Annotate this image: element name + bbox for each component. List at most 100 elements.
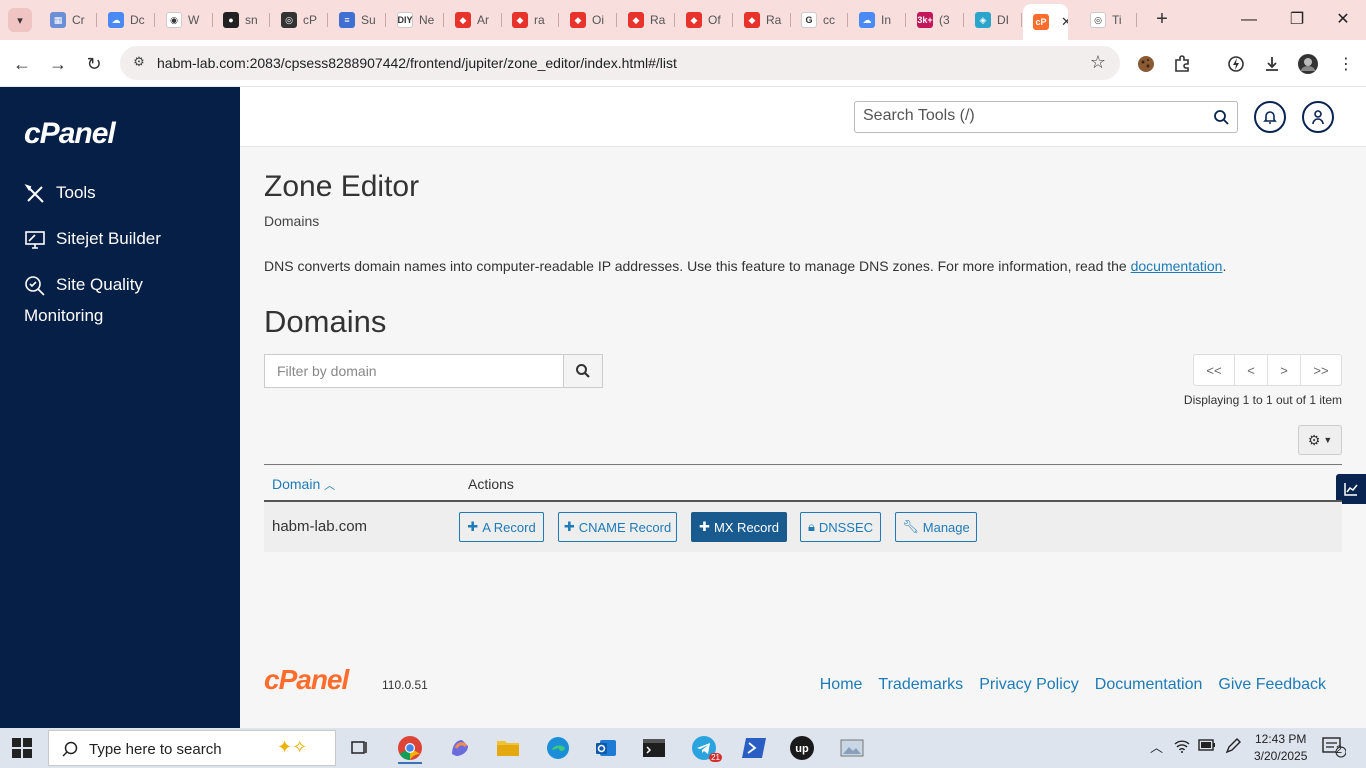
- notifications-button[interactable]: [1254, 101, 1286, 133]
- performance-icon[interactable]: [1224, 52, 1248, 76]
- cpanel-version: 110.0.51: [382, 678, 428, 692]
- sidebar-item-label-line2: Monitoring: [24, 306, 104, 325]
- domains-table: Domain ︿ Actions habm-lab.com ✚ A Record …: [264, 464, 1342, 552]
- browser-tab[interactable]: ◎ cP: [271, 6, 328, 34]
- manage-button[interactable]: 🔧︎ Manage: [895, 512, 977, 542]
- browser-tab[interactable]: ◉ W: [156, 6, 213, 34]
- network-icon[interactable]: [1174, 738, 1190, 757]
- tab-separator: [558, 13, 559, 27]
- tab-favicon-icon: ◈: [975, 12, 991, 28]
- filter-search-button[interactable]: [563, 354, 603, 388]
- show-hidden-icons-chevron[interactable]: ︿: [1150, 737, 1163, 756]
- button-label: CNAME Record: [578, 519, 672, 535]
- browser-tab[interactable]: Gcc: [791, 6, 848, 34]
- prev-page-button[interactable]: <: [1235, 354, 1268, 386]
- upwork-app-icon[interactable]: up: [782, 732, 822, 764]
- documentation-link[interactable]: documentation: [1131, 258, 1223, 274]
- windows-start-icon[interactable]: [12, 738, 32, 758]
- browser-tab[interactable]: ◆ Ar: [445, 6, 502, 34]
- sidebar-item-tools[interactable]: Tools: [24, 183, 96, 205]
- footer-link-documentation[interactable]: Documentation: [1095, 676, 1203, 694]
- column-header-domain[interactable]: Domain ︿: [272, 476, 335, 493]
- browser-tab[interactable]: ◆ Ra: [618, 6, 675, 34]
- browser-tab[interactable]: ● sn: [213, 6, 270, 34]
- next-page-button[interactable]: >: [1268, 354, 1301, 386]
- footer-link-home[interactable]: Home: [820, 676, 863, 694]
- extensions-icon[interactable]: [1170, 52, 1194, 76]
- dnssec-button[interactable]: 🔒︎ DNSSEC: [800, 512, 881, 542]
- forward-button[interactable]: →: [44, 50, 72, 78]
- tab-title: DI: [997, 13, 1009, 27]
- maximize-button[interactable]: ❐: [1274, 8, 1320, 32]
- browser-tab[interactable]: cP ✕: [1023, 4, 1068, 40]
- battery-icon[interactable]: [1198, 739, 1216, 754]
- breadcrumb: Domains: [264, 213, 320, 229]
- search-icon[interactable]: [1213, 109, 1229, 125]
- tab-favicon-icon: ☁: [859, 12, 875, 28]
- file-explorer-icon[interactable]: [488, 732, 528, 764]
- browser-tab[interactable]: ◆ Oi: [560, 6, 617, 34]
- notification-count: 2: [1336, 744, 1343, 756]
- browser-tab[interactable]: ◆ Of: [676, 6, 733, 34]
- browser-tab[interactable]: ▦ Cr: [40, 6, 97, 34]
- browser-tab[interactable]: ☁ Dc: [98, 6, 155, 34]
- button-label: MX Record: [713, 519, 779, 535]
- last-page-button[interactable]: >>: [1301, 354, 1342, 386]
- minimize-button[interactable]: —: [1226, 8, 1272, 32]
- cookie-extension-icon[interactable]: [1134, 52, 1158, 76]
- browser-tab[interactable]: ☁ In: [849, 6, 906, 34]
- back-button[interactable]: ←: [8, 50, 36, 78]
- browser-menu-icon[interactable]: ⋮: [1334, 52, 1358, 76]
- task-view-icon[interactable]: [340, 732, 380, 764]
- browser-tab[interactable]: ◈ DI: [965, 6, 1022, 34]
- terminal-app-icon[interactable]: [634, 732, 674, 764]
- gear-icon: ⚙: [1307, 431, 1321, 448]
- search-tools-input[interactable]: [863, 107, 1193, 125]
- cpanel-logo[interactable]: cPanel: [24, 117, 116, 151]
- bookmark-star-icon[interactable]: ☆: [1090, 52, 1106, 73]
- footer-link-give-feedback[interactable]: Give Feedback: [1218, 676, 1326, 694]
- telegram-badge: 21: [709, 753, 722, 762]
- tab-title: sn: [245, 13, 258, 27]
- image-viewer-app-icon[interactable]: [832, 732, 872, 764]
- add-a-record-button[interactable]: ✚ A Record: [459, 512, 544, 542]
- new-tab-button[interactable]: +: [1150, 8, 1174, 32]
- sidebar-item-sitejet-builder[interactable]: Sitejet Builder: [24, 229, 161, 251]
- pen-icon[interactable]: [1224, 737, 1242, 758]
- telegram-app-icon[interactable]: 21: [684, 732, 724, 764]
- first-page-button[interactable]: <<: [1193, 354, 1235, 386]
- add-mx-record-button[interactable]: ✚ MX Record: [691, 512, 787, 542]
- taskbar-search-box[interactable]: Type here to search ✦✧: [48, 730, 336, 766]
- close-tab-icon[interactable]: ✕: [1061, 14, 1068, 30]
- outlook-app-icon[interactable]: [586, 732, 626, 764]
- powershell-app-icon[interactable]: [734, 732, 774, 764]
- browser-tab[interactable]: ◆ ra: [502, 6, 559, 34]
- magnifier-quality-icon: [25, 276, 45, 296]
- taskbar-clock[interactable]: 12:43 PM 3/20/2025: [1254, 731, 1307, 765]
- browser-tab[interactable]: ≡ Su: [329, 6, 386, 34]
- browser-tab[interactable]: ◆ Ra: [734, 6, 791, 34]
- edge-app-icon[interactable]: [538, 732, 578, 764]
- browser-tab[interactable]: ◎ Ti: [1080, 6, 1137, 34]
- browser-tab[interactable]: DIY Ne: [387, 6, 444, 34]
- filter-domain-input[interactable]: [264, 354, 564, 388]
- chrome-app-icon[interactable]: [390, 732, 430, 764]
- tab-favicon-icon: ◆: [686, 12, 702, 28]
- reload-button[interactable]: ↻: [80, 50, 108, 78]
- notification-center-icon[interactable]: 2: [1322, 736, 1347, 761]
- close-window-button[interactable]: ✕: [1320, 8, 1366, 32]
- copilot-app-icon[interactable]: [440, 732, 480, 764]
- user-menu-button[interactable]: [1302, 101, 1334, 133]
- profile-avatar[interactable]: [1296, 52, 1320, 76]
- tab-search-button[interactable]: ▾: [8, 8, 32, 32]
- downloads-icon[interactable]: [1260, 52, 1284, 76]
- tab-separator: [443, 13, 444, 27]
- footer-link-privacy-policy[interactable]: Privacy Policy: [979, 676, 1079, 694]
- settings-dropdown-button[interactable]: ⚙ ▼: [1298, 425, 1342, 455]
- site-info-icon[interactable]: ⚙: [130, 54, 148, 72]
- browser-tab[interactable]: 3k+ (3: [907, 6, 964, 34]
- address-bar[interactable]: ⚙ habm-lab.com:2083/cpsess8288907442/fro…: [120, 46, 1120, 80]
- sidebar-item-site-quality-monitoring[interactable]: Site Quality: [24, 275, 143, 297]
- add-cname-record-button[interactable]: ✚ CNAME Record: [558, 512, 677, 542]
- footer-link-trademarks[interactable]: Trademarks: [878, 676, 963, 694]
